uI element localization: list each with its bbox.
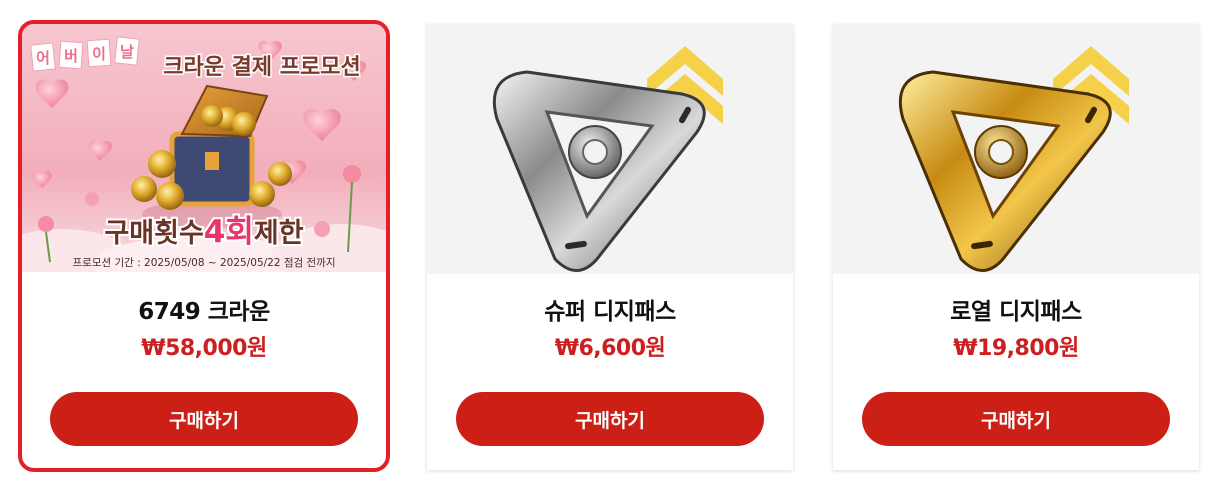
- promo-limit-text: 구매횟수4회제한: [104, 214, 303, 250]
- event-tag-2: 버: [64, 47, 78, 65]
- product-name: 슈퍼 디지패스: [544, 299, 676, 325]
- product-name: 6749 크라운: [138, 299, 270, 325]
- buy-button[interactable]: 구매하기: [862, 392, 1170, 446]
- event-tag-1: 어: [36, 49, 50, 67]
- promo-banner-image: 어 버 이 날 크라운 결제 프로모션 구매횟수4회제한 프로모션 기간: 2…: [22, 24, 386, 292]
- product-name: 로열 디지패스: [950, 299, 1082, 325]
- event-tag-4: 날: [120, 43, 134, 61]
- promo-banner: 어 버 이 날 크라운 결제 프로모션 구매횟수4회제한 프로모션 기간: 2…: [22, 24, 386, 292]
- product-price: ₩19,800원: [953, 336, 1079, 361]
- promo-period: 프로모션 기간 : 2025/05/08 ~ 2025/05/22 점검 전까지: [73, 257, 336, 269]
- silver-digipass-icon: [492, 46, 723, 272]
- product-card-crown[interactable]: 어 버 이 날 크라운 결제 프로모션 구매횟수4회제한 프로모션 기간: 2…: [18, 20, 390, 472]
- buy-button[interactable]: 구매하기: [50, 392, 358, 446]
- promo-headline: 크라운 결제 프로모션: [163, 55, 360, 80]
- item-image: [427, 24, 793, 274]
- product-price: ₩6,600원: [554, 336, 666, 361]
- item-image: [833, 24, 1199, 274]
- buy-button[interactable]: 구매하기: [456, 392, 764, 446]
- product-price: ₩58,000원: [141, 336, 267, 361]
- event-tag-3: 이: [92, 45, 106, 63]
- gold-digipass-icon: [898, 46, 1129, 272]
- product-card-royal-digipass[interactable]: 로열 디지패스 ₩19,800원 구매하기: [833, 24, 1199, 470]
- product-card-super-digipass[interactable]: 슈퍼 디지패스 ₩6,600원 구매하기: [427, 24, 793, 470]
